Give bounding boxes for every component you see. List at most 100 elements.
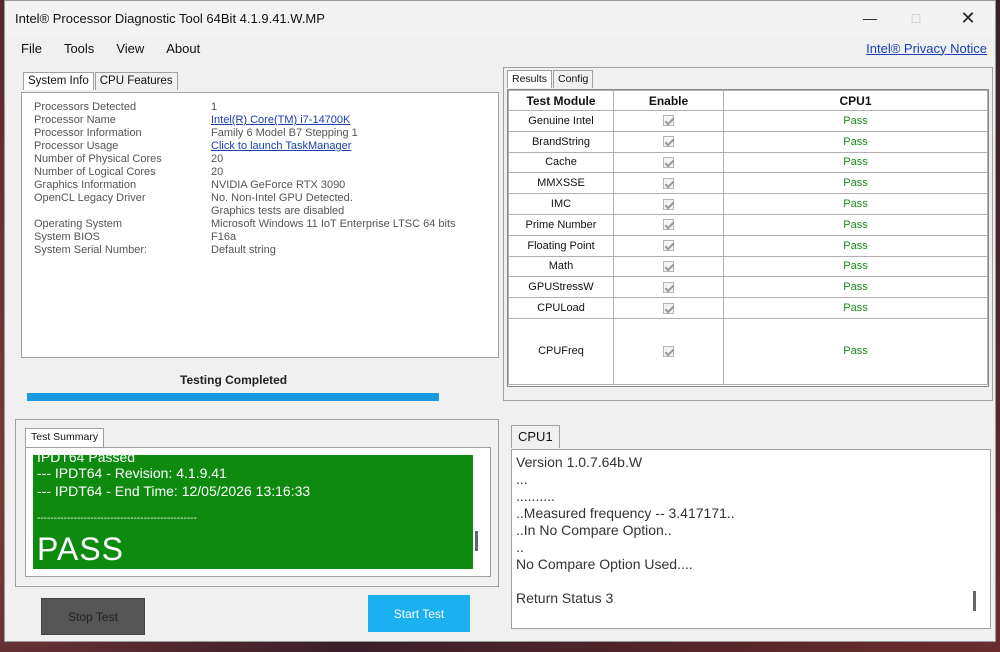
results-row: CPUFreq Pass: [508, 317, 988, 385]
summary-line: IPDT64 Passed: [37, 455, 136, 465]
test-module-cell: CPULoad: [508, 297, 614, 319]
cpu-scroll-thumb[interactable]: [973, 591, 976, 611]
test-module-cell: Genuine Intel: [508, 110, 614, 132]
results-table: Test Module Enable CPU1 Genuine Intel Pas…: [508, 90, 988, 385]
test-module-cell: MMXSSE: [508, 172, 614, 195]
system-info-value: 1: [211, 101, 218, 113]
menu-file[interactable]: File: [21, 41, 42, 56]
cpu1-result-cell: Pass: [723, 172, 988, 195]
cpu1-result-cell: Pass: [723, 213, 988, 236]
enable-checkbox[interactable]: [663, 346, 674, 358]
enable-checkbox[interactable]: [663, 302, 674, 314]
left-tab-strip: System Info CPU Features: [23, 72, 179, 90]
right-tab-strip: Results Config: [507, 70, 594, 88]
tab-config[interactable]: Config: [553, 70, 594, 88]
pass-result: PASS: [37, 531, 124, 567]
results-row: CPULoad Pass: [508, 297, 988, 319]
enable-checkbox[interactable]: [663, 157, 674, 169]
tab-cpu-features[interactable]: CPU Features: [94, 72, 178, 90]
cpu-output-line: ...: [516, 471, 528, 487]
progress-bar: [27, 393, 439, 401]
system-info-panel: Processors Detected 1 Processor Name Intel(…: [21, 92, 499, 358]
system-info-key: System BIOS: [34, 231, 101, 243]
enable-checkbox[interactable]: [663, 198, 674, 210]
results-row: Floating Point Pass: [508, 234, 988, 257]
test-module-cell: Prime Number: [508, 213, 614, 236]
system-info-key: Graphics Information: [34, 179, 137, 191]
maximize-button[interactable]: □: [893, 1, 939, 35]
cpu1-result-cell: Pass: [723, 234, 988, 257]
system-info-value: 20: [211, 166, 224, 178]
summary-line: ----------------------------------------…: [37, 513, 197, 524]
cpu1-result-cell: Pass: [723, 317, 988, 385]
title-bar: Intel® Processor Diagnostic Tool 64Bit 4…: [5, 1, 995, 35]
cpu-output-line: ..........: [516, 488, 555, 504]
cpu1-result-cell: Pass: [723, 255, 988, 278]
system-info-key: Processors Detected: [34, 101, 137, 113]
tab-system-info[interactable]: System Info: [23, 72, 94, 90]
results-row: Cache Pass: [508, 151, 988, 174]
enable-cell: [613, 213, 724, 236]
test-module-cell: GPUStressW: [508, 276, 614, 299]
tab-test-summary[interactable]: Test Summary: [25, 428, 105, 447]
system-info-value: 20: [211, 153, 224, 165]
cpu-output-line: ..In No Compare Option..: [516, 522, 672, 538]
menu-about[interactable]: About: [166, 41, 200, 56]
enable-checkbox[interactable]: [663, 240, 674, 252]
enable-cell: [613, 193, 724, 215]
enable-cell: [613, 276, 724, 299]
processor-name-link[interactable]: Intel(R) Core(TM) i7-14700K: [211, 114, 350, 126]
enable-checkbox[interactable]: [663, 177, 674, 189]
menu-view[interactable]: View: [116, 41, 144, 56]
close-button[interactable]: ✕: [945, 1, 991, 35]
system-info-key: Processor Name: [34, 114, 116, 126]
enable-checkbox[interactable]: [663, 115, 674, 127]
cpu-output-area: Version 1.0.7.64b.W............. ..Measur…: [511, 449, 991, 629]
menu-tools[interactable]: Tools: [64, 41, 94, 56]
enable-cell: [613, 130, 724, 153]
enable-checkbox[interactable]: [663, 261, 674, 273]
enable-cell: [613, 317, 724, 385]
system-info-value: F16a: [211, 231, 237, 243]
tab-results[interactable]: Results: [507, 70, 553, 88]
results-row: BrandString Pass: [508, 130, 988, 153]
system-info-key: Number of Logical Cores: [34, 166, 156, 178]
enable-checkbox[interactable]: [663, 136, 674, 148]
test-module-cell: Floating Point: [508, 234, 614, 257]
enable-cell: [613, 110, 724, 132]
menu-bar: File Tools View About Intel® Privacy Not…: [5, 35, 995, 61]
privacy-notice-link[interactable]: Intel® Privacy Notice: [866, 41, 987, 56]
results-row: MMXSSE Pass: [508, 172, 988, 195]
stop-test-button[interactable]: Stop Test: [41, 598, 145, 635]
system-info-value: Graphics tests are disabled: [211, 205, 345, 217]
progress-fill: [27, 393, 439, 401]
enable-checkbox[interactable]: [663, 219, 674, 231]
cpu1-result-cell: Pass: [723, 297, 988, 319]
test-module-cell: IMC: [508, 193, 614, 215]
start-test-button[interactable]: Start Test: [368, 595, 470, 632]
system-info-key: Processor Information: [34, 127, 142, 139]
launch-taskmanager-link[interactable]: Click to launch TaskManager: [211, 140, 351, 152]
enable-cell: [613, 234, 724, 257]
system-info-key: System Serial Number:: [34, 244, 148, 256]
test-module-cell: Math: [508, 255, 614, 278]
minimize-button[interactable]: —: [847, 1, 893, 35]
cpu-output-line: Version 1.0.7.64b.W: [516, 454, 643, 470]
test-module-cell: Cache: [508, 151, 614, 174]
results-row: GPUStressW Pass: [508, 276, 988, 299]
results-row: Genuine Intel Pass: [508, 110, 988, 132]
enable-checkbox[interactable]: [663, 281, 674, 293]
cpu-output-line: ..Measured frequency -- 3.417171..: [516, 505, 735, 521]
cpu-output-line: Return Status 3: [516, 590, 614, 606]
summary-line: --- IPDT64 - Revision: 4.1.9.41: [37, 465, 227, 481]
summary-scroll-thumb[interactable]: [475, 531, 478, 551]
cpu1-result-cell: Pass: [723, 276, 988, 299]
enable-cell: [613, 172, 724, 195]
header-enable: Enable: [613, 90, 724, 111]
system-info-value: Family 6 Model B7 Stepping 1: [211, 127, 358, 139]
system-info-value: Microsoft Windows 11 IoT Enterprise LTSC…: [211, 218, 456, 230]
system-info-key: Operating System: [34, 218, 123, 230]
tab-cpu1[interactable]: CPU1: [511, 425, 560, 448]
system-info-key: Processor Usage: [34, 140, 119, 152]
summary-output: IPDT64 Passed --- IPDT64 - Revision: 4.1…: [33, 455, 473, 569]
